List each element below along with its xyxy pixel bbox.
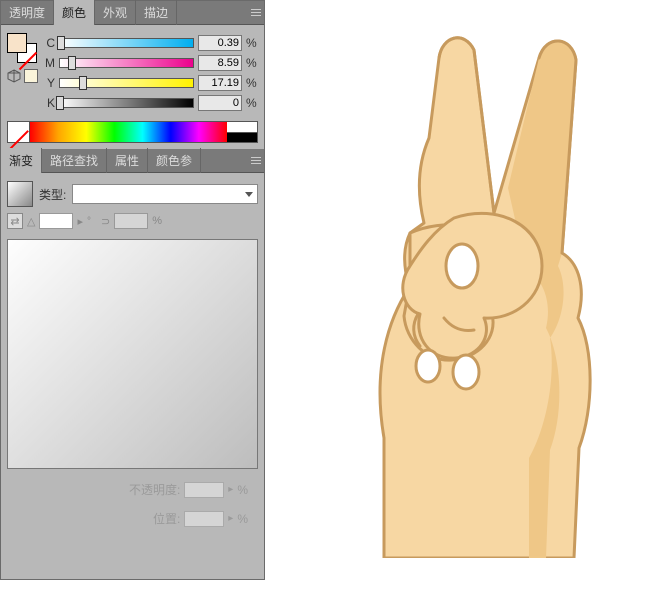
m-value[interactable] <box>198 55 242 71</box>
spectrum-bar[interactable] <box>7 121 258 143</box>
fill-swatch[interactable] <box>7 33 27 53</box>
angle-input[interactable] <box>39 213 73 229</box>
gradient-type-select[interactable] <box>72 184 258 204</box>
tab-gradient[interactable]: 渐变 <box>1 148 42 173</box>
gradient-ramp-preview[interactable] <box>7 239 258 469</box>
color-panel-body: C % M % Y % K <box>1 25 264 149</box>
c-value[interactable] <box>198 35 242 51</box>
k-slider[interactable] <box>59 98 194 108</box>
location-unit: % <box>237 512 248 526</box>
color-panel-tabs: 透明度 颜色 外观 描边 <box>1 1 264 25</box>
y-value[interactable] <box>198 75 242 91</box>
opacity-unit: % <box>237 483 248 497</box>
c-pct: % <box>246 36 258 50</box>
c-slider[interactable] <box>59 38 194 48</box>
tab-color[interactable]: 颜色 <box>54 0 95 25</box>
gradient-preview-swatch[interactable] <box>7 181 33 207</box>
chevron-right-icon[interactable]: ▸ <box>77 215 83 228</box>
tab-appearance[interactable]: 外观 <box>95 0 136 25</box>
stop-opacity-input <box>184 482 224 498</box>
cmyk-sliders: C % M % Y % K <box>43 33 258 113</box>
c-label: C <box>43 36 55 50</box>
type-label: 类型: <box>39 186 66 203</box>
y-pct: % <box>246 76 258 90</box>
aspect-icon: ⊃ <box>101 215 110 228</box>
m-slider[interactable] <box>59 58 194 68</box>
tab-opacity[interactable]: 透明度 <box>1 0 54 25</box>
aspect-pct: % <box>152 215 162 227</box>
k-pct: % <box>246 96 258 110</box>
secondary-swatch[interactable] <box>24 69 38 83</box>
artboard <box>265 0 663 589</box>
k-value[interactable] <box>198 95 242 111</box>
fill-stroke-swatch[interactable] <box>7 33 37 63</box>
gradient-panel-tabs: 渐变 路径查找 属性 颜色参 <box>1 149 264 173</box>
location-label: 位置: <box>153 510 180 527</box>
gradient-panel-body: 类型: ⇄ △ ▸ ° ⊃ % 不透明度: ▸ % 位置: ▸ % <box>1 173 264 535</box>
tab-attributes[interactable]: 属性 <box>107 148 148 173</box>
y-slider[interactable] <box>59 78 194 88</box>
stop-location-input <box>184 511 224 527</box>
none-swatch-icon[interactable] <box>8 122 30 142</box>
victory-hand-illustration <box>294 18 634 558</box>
k-label: K <box>43 96 55 110</box>
y-label: Y <box>43 76 55 90</box>
m-label: M <box>43 56 55 70</box>
tab-color-reference[interactable]: 颜色参 <box>148 148 201 173</box>
aspect-input[interactable] <box>114 213 148 229</box>
reverse-gradient-icon[interactable]: ⇄ <box>7 213 23 229</box>
tab-pathfinder[interactable]: 路径查找 <box>42 148 107 173</box>
cube-icon <box>7 69 21 83</box>
m-pct: % <box>246 56 258 70</box>
panel-menu-icon[interactable] <box>248 5 264 21</box>
panels-column: 透明度 颜色 外观 描边 C <box>0 0 265 580</box>
tab-stroke[interactable]: 描边 <box>136 0 177 25</box>
opacity-label: 不透明度: <box>129 481 180 498</box>
panel-menu-icon[interactable] <box>248 153 264 169</box>
